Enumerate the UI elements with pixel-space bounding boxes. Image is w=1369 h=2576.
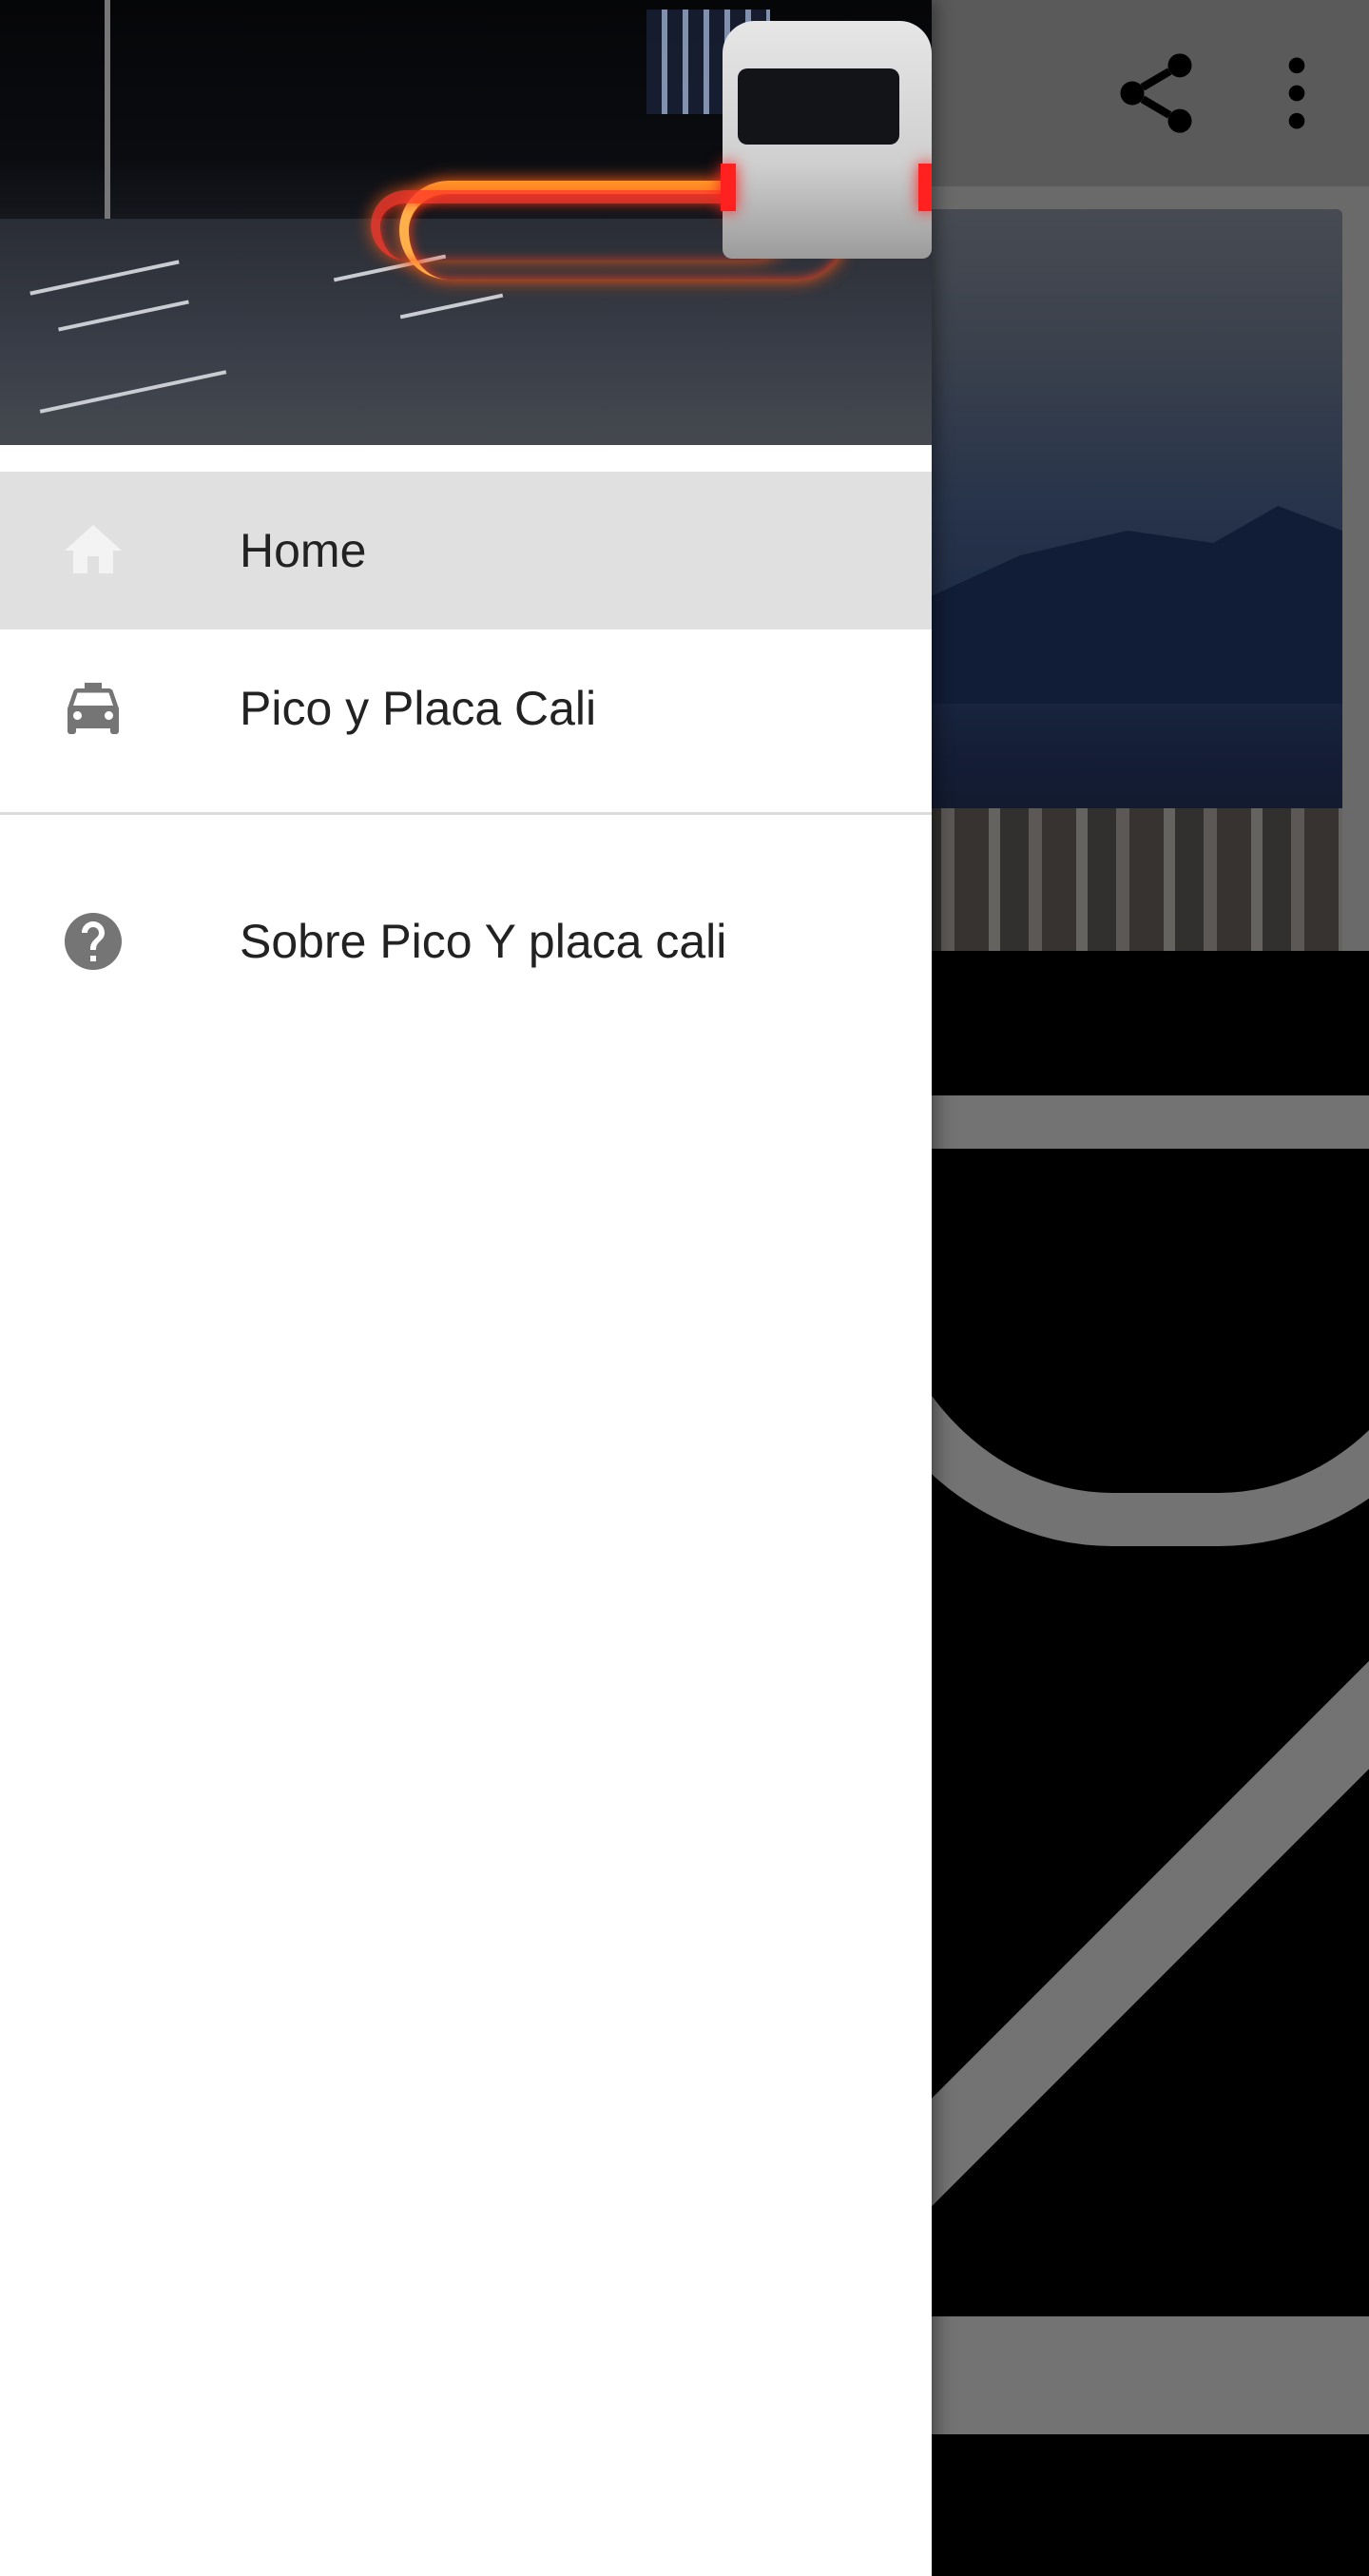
- menu-item-label: Home: [240, 524, 367, 577]
- menu-item-label: Pico y Placa Cali: [240, 682, 597, 735]
- menu-item-pico-y-placa-cali[interactable]: Pico y Placa Cali: [0, 629, 932, 787]
- menu-item-sobre[interactable]: Sobre Pico Y placa cali: [0, 862, 932, 1020]
- menu-divider: [0, 812, 932, 815]
- taxi-icon: [59, 674, 127, 743]
- help-circle-icon: [59, 907, 127, 976]
- navigation-drawer: Home Pico y Placa Cali Sobre Pico Y plac…: [0, 0, 932, 2576]
- menu-item-home[interactable]: Home: [0, 472, 932, 629]
- drawer-menu: Home Pico y Placa Cali Sobre Pico Y plac…: [0, 472, 932, 1020]
- home-icon: [59, 516, 127, 585]
- menu-item-label: Sobre Pico Y placa cali: [240, 915, 727, 968]
- drawer-header-image: [0, 0, 932, 445]
